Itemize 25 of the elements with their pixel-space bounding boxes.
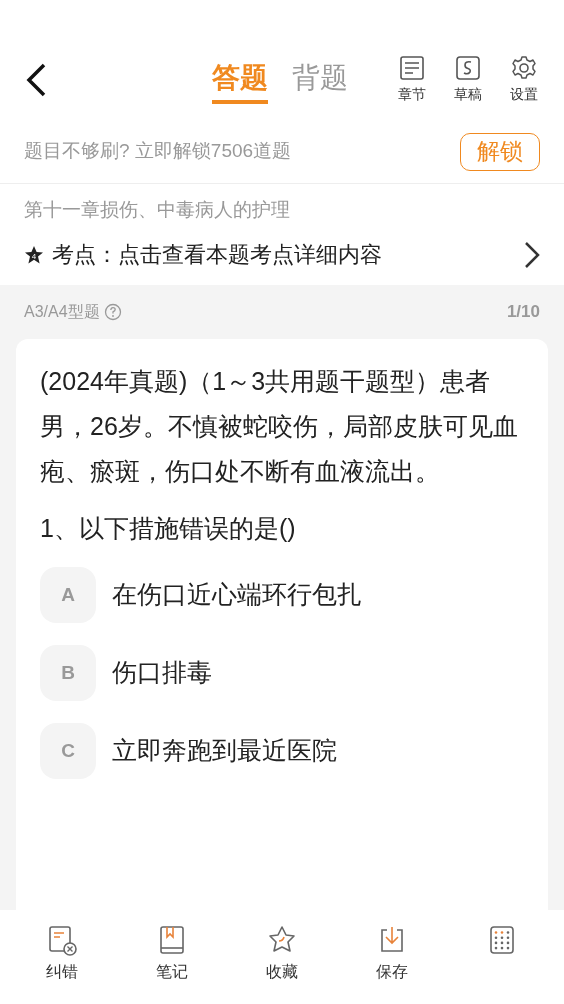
toolbar-button[interactable]: 保存 (362, 924, 422, 984)
help-icon[interactable] (103, 302, 122, 321)
chapter-title: 第十一章损伤、中毒病人的护理 (24, 199, 290, 220)
key-point-link[interactable]: 考点：点击查看本题考点详细内容 (52, 238, 382, 271)
chevron-right-icon[interactable] (524, 240, 540, 269)
option-text[interactable]: 立即奔跑到最近医院 (112, 732, 337, 770)
scribble-icon (454, 55, 482, 82)
back-icon[interactable] (24, 63, 48, 97)
settings-icon (510, 55, 538, 82)
toolbar-button[interactable]: 章节 (392, 55, 432, 105)
option-text[interactable]: 在伤口近心端环行包扎 (112, 576, 362, 614)
question-type: A3/A4型题 (24, 301, 100, 322)
promo-text: 题目不够刷? 立即解锁7506道题 (24, 139, 292, 164)
question-text: 1、以下措施错误的是() (40, 512, 297, 544)
document-cross-icon (46, 924, 78, 956)
toolbar-button[interactable]: 纠错 (32, 924, 92, 984)
document-icon (398, 55, 426, 82)
question-counter: 1/10 (506, 300, 540, 323)
toolbar-button[interactable]: 草稿 (448, 55, 488, 105)
star-badge-icon: 4 (24, 244, 44, 265)
option-text[interactable]: 伤口排毒 (112, 654, 212, 692)
toolbar-button[interactable]: 笔记 (142, 924, 202, 984)
toolbar-button[interactable]: 收藏 (252, 924, 312, 984)
question-stem: (2024年真题)（1～3共用题干题型）患者男，26岁。不慎被蛇咬伤，局部皮肤可见血疱、瘀斑，伤口处不断有血液流出。 (40, 365, 519, 487)
toolbar-button[interactable]: 设置 (504, 55, 544, 105)
